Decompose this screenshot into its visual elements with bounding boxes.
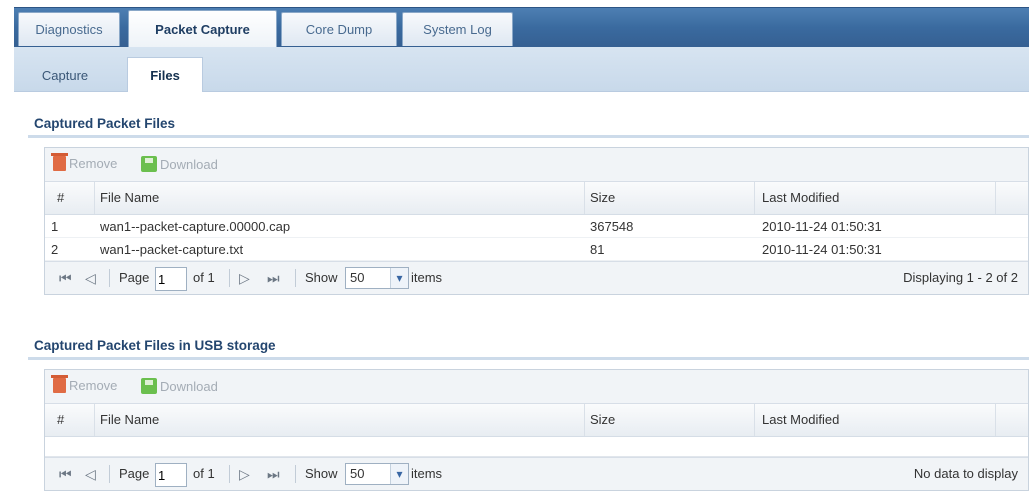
table-row[interactable]: 2 wan1--packet-capture.txt 81 2010-11-24…	[45, 238, 1028, 261]
column-number[interactable]: #	[57, 412, 64, 427]
column-file-name[interactable]: File Name	[100, 190, 159, 205]
column-last-modified[interactable]: Last Modified	[762, 190, 839, 205]
subtab-files[interactable]: Files	[127, 57, 203, 93]
chevron-down-icon: ▾	[390, 464, 408, 484]
download-button[interactable]: Download	[141, 378, 218, 394]
tab-core-dump[interactable]: Core Dump	[281, 12, 397, 46]
remove-button[interactable]: Remove	[51, 375, 117, 393]
tab-system-log[interactable]: System Log	[402, 12, 513, 46]
empty-table-body	[45, 437, 1028, 457]
display-status: No data to display	[913, 466, 1018, 481]
section-divider	[28, 357, 1029, 360]
save-icon	[141, 378, 157, 394]
next-page-icon[interactable]: ▷	[239, 270, 250, 287]
column-size[interactable]: Size	[590, 190, 615, 205]
section-title-captured-files: Captured Packet Files	[34, 116, 176, 131]
column-file-name[interactable]: File Name	[100, 412, 159, 427]
previous-page-icon[interactable]: ◁	[85, 270, 96, 287]
section-divider	[28, 135, 1029, 138]
sub-tab-bar: Capture Files	[14, 47, 1029, 93]
column-size[interactable]: Size	[590, 412, 615, 427]
pagination-bar: ⏮ ◁ Page of 1 ▷ ⏭ Show 50 ▾ items Displa…	[45, 261, 1028, 294]
save-icon	[141, 156, 157, 172]
captured-files-toolbar: Remove Download	[45, 148, 1028, 182]
table-header: # File Name Size Last Modified	[45, 404, 1028, 437]
remove-button[interactable]: Remove	[51, 153, 117, 171]
top-strip: Diagnostics Packet Capture Core Dump Sys…	[0, 0, 1029, 48]
tab-packet-capture[interactable]: Packet Capture	[128, 10, 277, 47]
items-per-page-select[interactable]: 50 ▾	[345, 267, 409, 289]
trash-icon	[51, 375, 68, 393]
column-last-modified[interactable]: Last Modified	[762, 412, 839, 427]
page-number-input[interactable]	[155, 463, 187, 487]
last-page-icon[interactable]: ⏭	[267, 466, 280, 483]
usb-files-panel: Remove Download # File Name Size Last Mo…	[44, 369, 1029, 491]
download-button[interactable]: Download	[141, 156, 218, 172]
tab-diagnostics[interactable]: Diagnostics	[18, 12, 120, 46]
last-page-icon[interactable]: ⏭	[267, 270, 280, 287]
usb-files-toolbar: Remove Download	[45, 370, 1028, 404]
display-status: Displaying 1 - 2 of 2	[903, 270, 1018, 285]
next-page-icon[interactable]: ▷	[239, 466, 250, 483]
page-number-input[interactable]	[155, 267, 187, 291]
first-page-icon[interactable]: ⏮	[59, 466, 72, 483]
previous-page-icon[interactable]: ◁	[85, 466, 96, 483]
table-row[interactable]: 1 wan1--packet-capture.00000.cap 367548 …	[45, 215, 1028, 238]
pagination-bar: ⏮ ◁ Page of 1 ▷ ⏭ Show 50 ▾ items No dat…	[45, 457, 1028, 490]
column-number[interactable]: #	[57, 190, 64, 205]
section-title-usb-storage: Captured Packet Files in USB storage	[34, 338, 276, 353]
content-area: Captured Packet Files Remove Download # …	[14, 92, 1029, 500]
items-per-page-select[interactable]: 50 ▾	[345, 463, 409, 485]
captured-files-panel: Remove Download # File Name Size Last Mo…	[44, 147, 1029, 295]
subtab-capture[interactable]: Capture	[26, 59, 104, 91]
table-header: # File Name Size Last Modified	[45, 182, 1028, 215]
trash-icon	[51, 153, 68, 171]
main-tab-bar: Diagnostics Packet Capture Core Dump Sys…	[14, 7, 1029, 48]
first-page-icon[interactable]: ⏮	[59, 270, 72, 287]
chevron-down-icon: ▾	[390, 268, 408, 288]
